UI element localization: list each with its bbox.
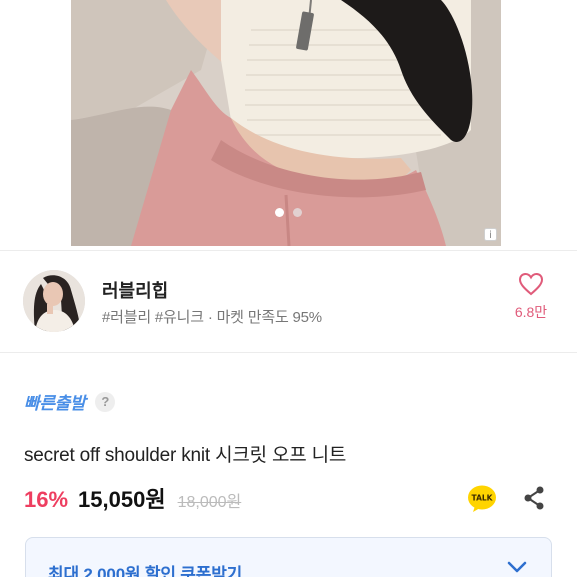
seller-tags: #러블리 #유니크 · 마켓 만족도 95% — [102, 309, 322, 326]
price-row: 16% 15,050원 18,000원 — [24, 482, 241, 514]
like-count: 6.8만 — [514, 304, 548, 320]
original-price: 18,000원 — [177, 494, 242, 511]
talk-label: TALK — [472, 494, 494, 503]
section-divider — [0, 352, 577, 353]
fast-shipping-badge: 빠른출발 ? — [24, 389, 116, 414]
carousel-dot[interactable] — [293, 208, 302, 217]
coupon-label: 최대 2,000원 할인 쿠폰받기 — [48, 565, 243, 577]
product-title: secret off shoulder knit 시크릿 오프 니트 — [24, 445, 347, 466]
seller-section[interactable]: 러블리힙 #러블리 #유니크 · 마켓 만족도 95% 6.8만 — [0, 262, 577, 342]
sale-price: 15,050원 — [78, 487, 166, 512]
carousel-indicator — [0, 208, 577, 217]
coupon-button[interactable]: 최대 2,000원 할인 쿠폰받기 — [25, 537, 552, 577]
heart-icon[interactable] — [518, 272, 544, 296]
like-button[interactable]: 6.8만 — [505, 272, 557, 322]
talk-icon[interactable]: TALK — [467, 484, 497, 514]
svg-text:i: i — [489, 230, 492, 241]
avatar-image — [23, 270, 85, 332]
share-icon[interactable] — [521, 485, 547, 511]
discount-rate: 16% — [24, 487, 69, 512]
fast-shipping-label: 빠른출발 — [24, 394, 86, 413]
help-icon[interactable]: ? — [95, 391, 116, 412]
product-image-carousel[interactable]: i — [0, 0, 577, 246]
seller-name[interactable]: 러블리힙 — [102, 277, 168, 303]
zoom-icon[interactable]: i — [484, 228, 497, 241]
carousel-dot-active[interactable] — [275, 208, 284, 217]
chevron-down-icon — [507, 561, 527, 573]
section-divider — [0, 250, 577, 251]
avatar[interactable] — [23, 270, 85, 332]
